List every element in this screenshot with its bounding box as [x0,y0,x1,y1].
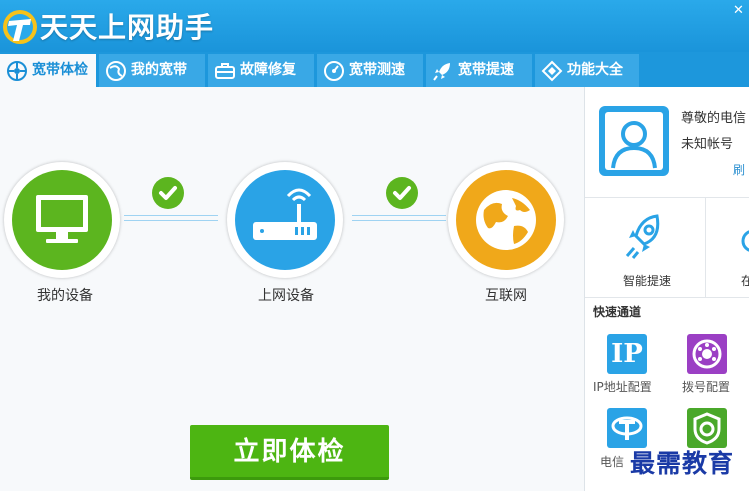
connector-line [352,215,446,221]
avatar [599,106,669,176]
globe-icon [476,190,536,250]
close-icon[interactable]: ✕ [733,4,747,18]
telecom-icon[interactable] [607,408,647,448]
internet-label: 互联网 [485,288,527,304]
network-check-icon [7,61,27,81]
check-icon [152,177,184,209]
tab-speed-test[interactable]: 宽带测速 [317,54,423,87]
toolbox-icon [215,63,235,79]
tab-all-features[interactable]: 功能大全 [535,54,639,87]
refresh-link[interactable]: 刷 [733,161,745,178]
tab-label: 故障修复 [240,62,296,78]
tab-label: 宽带测速 [349,62,405,78]
rocket-icon [625,214,660,259]
diagnosis-panel: 我的设备 上网设备 互联网 立即体检 [0,87,584,491]
tab-broadband-check[interactable]: 宽带体检 [0,54,96,87]
tab-label: 功能大全 [567,62,623,78]
account-label: 未知帐号 [681,137,734,152]
rocket-icon [433,63,450,81]
feature-smart-boost[interactable]: 智能提速 [585,198,705,297]
quick-item-label: IP地址配置 [593,380,652,394]
cloud-icon [741,230,749,252]
globe-icon [106,61,126,81]
router-label: 上网设备 [258,288,314,304]
speedometer-icon [324,61,344,81]
dial-icon[interactable] [687,334,727,374]
app-logo-icon [3,10,37,44]
watermark-text: 最需教育 [630,449,735,478]
ip-config-icon[interactable]: IP [607,334,647,374]
tab-label: 宽带体检 [32,62,88,78]
shield-icon[interactable] [687,408,727,448]
start-check-button[interactable]: 立即体检 [190,425,389,480]
tab-label: 宽带提速 [458,62,514,78]
feature-label: 在 [741,274,749,288]
divider [585,297,749,298]
my-device-node [4,162,120,278]
check-icon [386,177,418,209]
puzzle-icon [541,60,563,82]
app-title: 天天上网助手 [40,11,215,44]
tab-bar: 宽带体检 我的宽带 故障修复 宽带测速 宽带提速 功能大全 [0,52,749,87]
quick-item-label: 拨号配置 [682,380,731,394]
tab-my-broadband[interactable]: 我的宽带 [99,54,205,87]
feature-label: 智能提速 [623,274,672,288]
monitor-icon [36,195,88,243]
quick-item-label: 电信 [600,455,625,469]
greeting-text: 尊敬的电信 [681,111,747,126]
my-device-label: 我的设备 [37,288,93,304]
connector-line [124,215,218,221]
account-panel: 尊敬的电信 未知帐号 刷 智能提速 在 快速通道 IP IP地址配置 拨号配置 … [584,87,749,491]
feature-online[interactable]: 在 [706,198,749,297]
router-icon [253,188,317,240]
router-node [227,162,343,278]
quick-channel-title: 快速通道 [593,305,642,319]
tab-fault-repair[interactable]: 故障修复 [208,54,314,87]
tab-label: 我的宽带 [131,62,187,78]
tab-speed-boost[interactable]: 宽带提速 [426,54,532,87]
title-bar: 天天上网助手 ✕ [0,0,749,52]
internet-node [448,162,564,278]
